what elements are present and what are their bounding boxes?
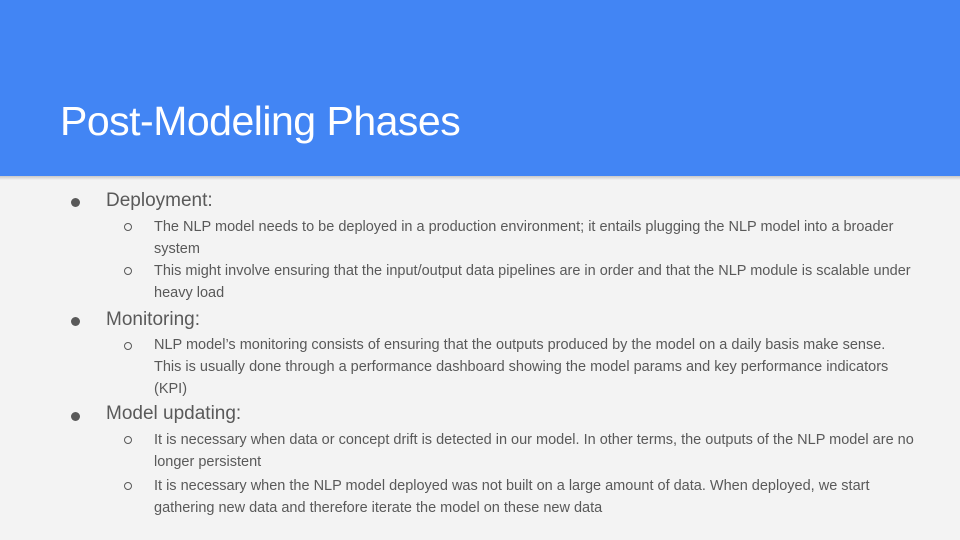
sub-bullet-circle [124,482,132,490]
section-heading-model-updating: Model updating: [106,403,242,424]
section-point: The NLP model needs to be deployed in a … [154,219,894,257]
sub-bullet-circle [124,436,132,444]
section-heading-deployment: Deployment: [106,190,213,211]
section-heading-monitoring: Monitoring: [106,309,200,330]
slide-content: Deployment: The NLP model needs to be de… [0,0,960,540]
sub-bullet-circle [124,342,132,350]
sub-bullet-circle [124,267,132,275]
slide: Post-Modeling Phases Deployment: The NLP… [0,0,960,540]
section-point: It is necessary when data or concept dri… [154,432,914,470]
section-point: This might involve ensuring that the inp… [154,263,911,301]
section-point: It is necessary when the NLP model deplo… [154,478,870,516]
section-point: NLP model’s monitoring consists of ensur… [154,337,889,397]
sub-bullet-circle [124,223,132,231]
